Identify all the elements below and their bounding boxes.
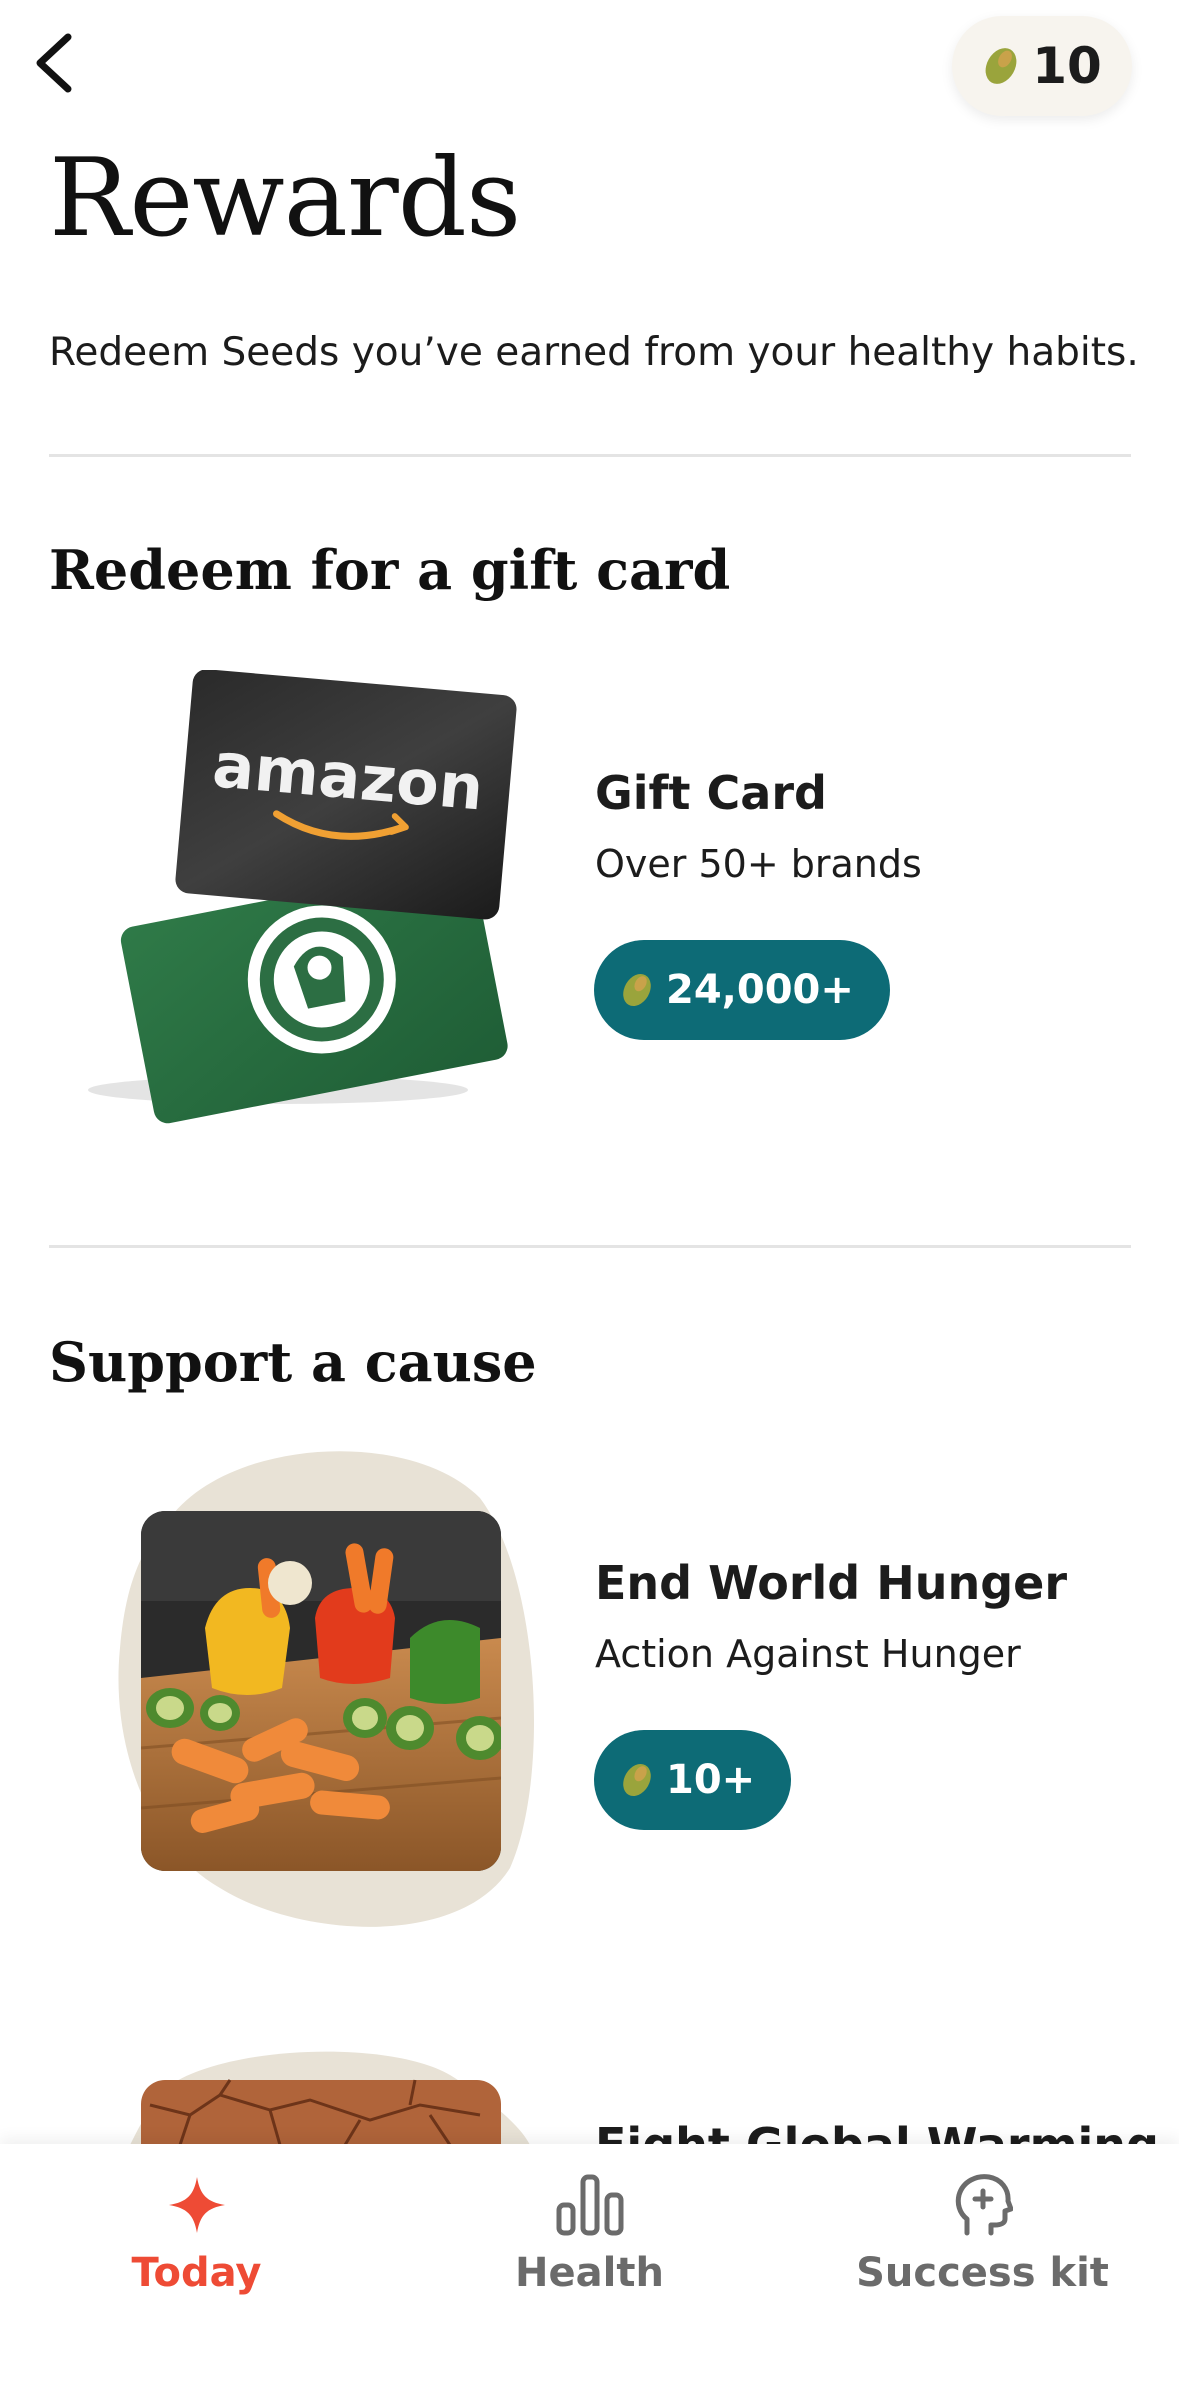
- section-title-support-cause: Support a cause: [49, 1330, 537, 1394]
- bottom-tab-bar: Today Health Success kit: [0, 2144, 1179, 2396]
- tab-success-kit[interactable]: Success kit: [786, 2144, 1179, 2344]
- global-warming-cause-image[interactable]: [110, 2045, 540, 2145]
- page-title: Rewards: [49, 136, 521, 261]
- page-subtitle: Redeem Seeds you’ve earned from your hea…: [49, 330, 1139, 375]
- hunger-cause-cost: 10+: [666, 1757, 756, 1803]
- gift-card-cost-button[interactable]: 24,000+: [594, 940, 890, 1040]
- hunger-cause-title: End World Hunger: [595, 1556, 1068, 1610]
- tab-today[interactable]: Today: [0, 2144, 393, 2344]
- chevron-left-icon: [36, 33, 72, 93]
- back-button[interactable]: [18, 28, 88, 98]
- sparkle-icon: [168, 2177, 225, 2233]
- tab-label-success-kit: Success kit: [856, 2250, 1109, 2296]
- tab-label-today: Today: [131, 2250, 262, 2296]
- seed-count: 10: [1032, 37, 1102, 95]
- gift-card-cost: 24,000+: [666, 967, 854, 1013]
- hunger-cause-subtitle: Action Against Hunger: [595, 1632, 1021, 1676]
- seed-icon: [623, 974, 651, 1006]
- section-title-gift-card: Redeem for a gift card: [49, 538, 731, 602]
- tab-health[interactable]: Health: [393, 2144, 786, 2344]
- gift-card-title: Gift Card: [595, 766, 827, 820]
- divider: [49, 1245, 1131, 1248]
- divider: [49, 454, 1131, 457]
- hunger-cause-cost-button[interactable]: 10+: [594, 1730, 792, 1830]
- seed-balance[interactable]: 10: [952, 16, 1132, 116]
- gift-card-subtitle: Over 50+ brands: [595, 842, 922, 886]
- gift-card-illustration[interactable]: amazon: [78, 669, 518, 1130]
- bar-chart-icon: [556, 2174, 623, 2236]
- hunger-cause-image[interactable]: [110, 1448, 540, 1938]
- head-plus-icon: [955, 2174, 1013, 2236]
- tab-label-health: Health: [515, 2250, 664, 2296]
- seed-icon: [985, 48, 1017, 84]
- seed-icon: [623, 1764, 651, 1796]
